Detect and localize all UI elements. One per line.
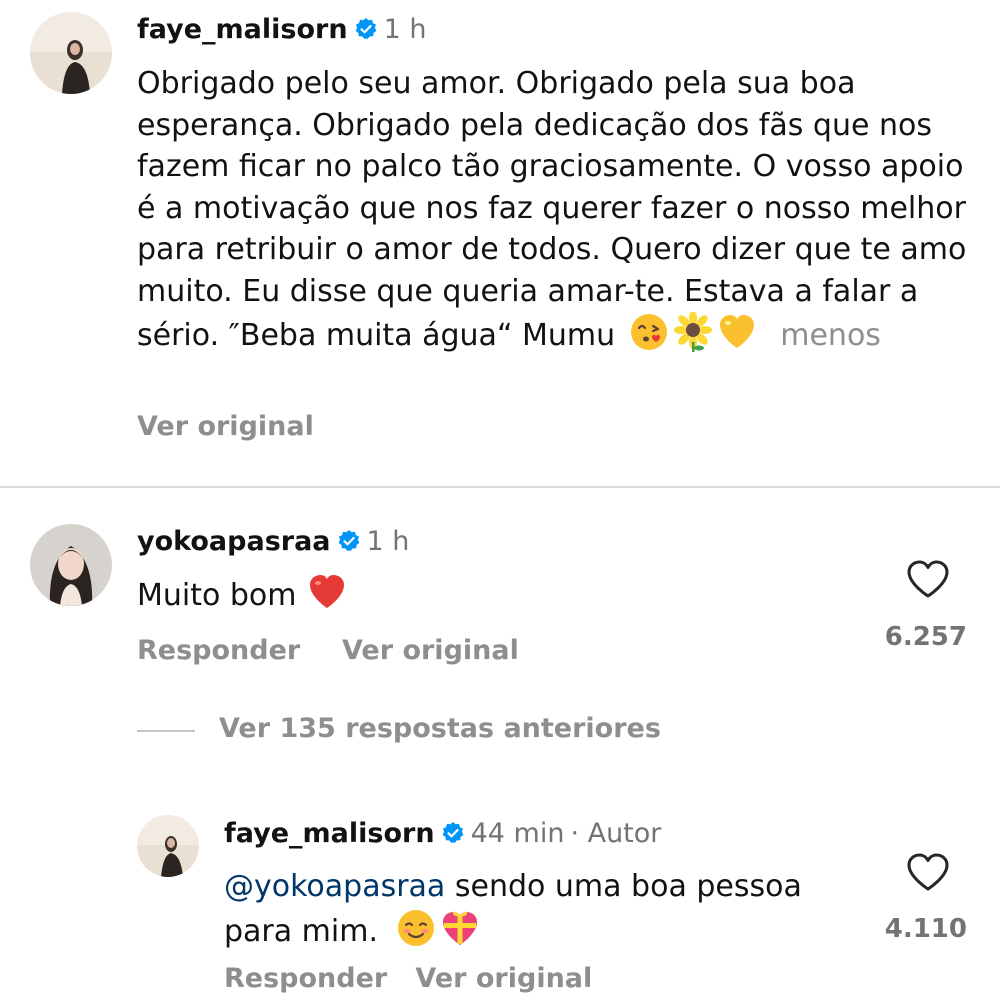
- see-original-caption-button[interactable]: Ver original: [137, 411, 314, 442]
- comment-time: 1 h: [383, 14, 427, 45]
- comment-like-count: 6.257: [884, 622, 967, 652]
- reply-like-count: 4.110: [884, 914, 967, 944]
- avatar-yokoapasraa[interactable]: [30, 524, 112, 606]
- reply-button[interactable]: Responder: [137, 635, 300, 666]
- yellow-heart-emoji: [717, 312, 757, 364]
- avatar-faye-malisorn[interactable]: [30, 12, 112, 94]
- see-original-comment-button[interactable]: Ver original: [342, 635, 519, 666]
- heart-outline-icon: [907, 560, 949, 598]
- comment-text: Muito bom: [137, 572, 837, 624]
- username-faye-malisorn[interactable]: faye_malisorn: [137, 14, 348, 45]
- collapse-caption-link[interactable]: menos: [780, 318, 881, 353]
- comment-author[interactable]: yokoapasraa 1 h: [137, 526, 409, 560]
- caption-text: Obrigado pelo seu amor. Obrigado pela su…: [137, 63, 967, 364]
- verified-badge-icon: [441, 821, 465, 852]
- view-previous-replies-button[interactable]: Ver 135 respostas anteriores: [219, 713, 661, 744]
- verified-badge-icon: [337, 529, 361, 560]
- smiling-face-emoji: [396, 908, 436, 960]
- username-yokoapasraa[interactable]: yokoapasraa: [137, 526, 331, 557]
- author-tag: · Autor: [570, 818, 662, 849]
- comment-time: 1 h: [366, 526, 410, 557]
- heart-outline-icon: [907, 853, 949, 891]
- like-reply-button[interactable]: [906, 852, 950, 896]
- heart-with-ribbon-emoji: [440, 908, 480, 960]
- reply-time: 44 min: [470, 818, 565, 849]
- face-blowing-kiss-emoji: [629, 312, 669, 364]
- red-heart-emoji: [307, 572, 347, 624]
- avatar-faye-malisorn-reply[interactable]: [137, 815, 199, 877]
- reply-actions-cut[interactable]: Responder Ver original: [224, 963, 592, 994]
- reply-author[interactable]: faye_malisorn 44 min · Autor: [224, 818, 661, 852]
- mention-link[interactable]: @yokoapasraa: [224, 869, 445, 904]
- sunflower-emoji: [673, 311, 713, 364]
- caption-divider: [0, 486, 1000, 488]
- username-faye-malisorn[interactable]: faye_malisorn: [224, 818, 435, 849]
- like-comment-button[interactable]: [906, 559, 950, 603]
- comment-body: Muito bom: [137, 578, 297, 613]
- caption-body: Obrigado pelo seu amor. Obrigado pela su…: [137, 66, 967, 353]
- caption-author[interactable]: faye_malisorn 1 h: [137, 14, 426, 48]
- verified-badge-icon: [354, 17, 378, 48]
- reply-text: @yokoapasraa sendo uma boa pessoa para m…: [224, 866, 874, 959]
- view-replies-line: [137, 730, 195, 732]
